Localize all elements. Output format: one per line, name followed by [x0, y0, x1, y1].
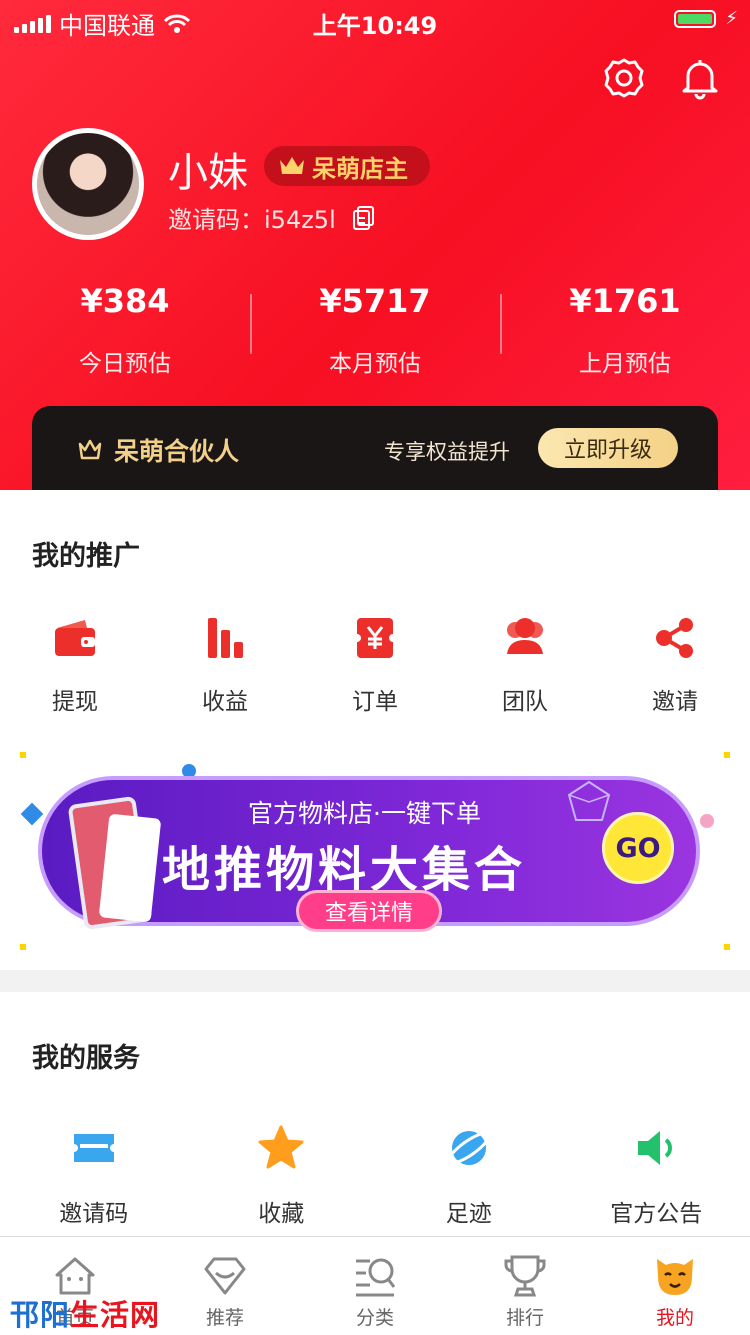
- team-icon: [507, 618, 543, 654]
- stat-this-month[interactable]: ¥5717 本月预估: [250, 282, 500, 378]
- invite-code-label: 邀请码：: [168, 206, 264, 234]
- banner-corner-mark: [20, 944, 26, 950]
- user-name: 小妹: [168, 150, 248, 196]
- category-search-icon: [356, 1258, 396, 1297]
- partner-subtitle: 专享权益提升: [384, 440, 510, 464]
- service-item-label: 收藏: [258, 1201, 305, 1227]
- site-watermark: 邗阳生活网: [10, 1292, 160, 1334]
- tab-label: 推荐: [205, 1307, 244, 1329]
- section-title: 我的推广: [32, 541, 140, 572]
- decor-dot: [700, 814, 714, 828]
- tab-ranking[interactable]: 排行: [450, 1237, 600, 1335]
- banner-corner-mark: [20, 752, 26, 758]
- stat-last-month[interactable]: ¥1761 上月预估: [500, 282, 750, 378]
- crystal-icon: [567, 780, 611, 821]
- promo-item-label: 订单: [352, 689, 398, 715]
- promo-item-earnings[interactable]: 收益: [150, 614, 300, 716]
- services-grid: 邀请码 收藏 足迹 官方公告: [0, 1124, 750, 1228]
- diamond-icon: [204, 1257, 246, 1295]
- promo-item-label: 团队: [502, 689, 548, 715]
- banner-corner-mark: [724, 752, 730, 758]
- promo-item-team[interactable]: 团队: [450, 614, 600, 716]
- tab-label: 分类: [355, 1307, 394, 1329]
- banner-go-button[interactable]: GO: [602, 812, 674, 884]
- watermark-part1: 邗阳: [10, 1298, 71, 1332]
- trophy-icon: [504, 1255, 546, 1297]
- partner-title: 呆萌合伙人: [76, 432, 239, 468]
- earnings-stats: ¥384 今日预估 ¥5717 本月预估 ¥1761 上月预估: [0, 282, 750, 378]
- tab-mine[interactable]: 我的: [600, 1237, 750, 1335]
- copy-icon[interactable]: [352, 205, 376, 231]
- status-time: 上午10:49: [312, 12, 438, 40]
- tab-label: 我的: [655, 1307, 694, 1329]
- stat-value: ¥1761: [569, 282, 681, 320]
- section-title: 我的服务: [32, 1043, 140, 1074]
- service-item-favorites[interactable]: 收藏: [196, 1124, 366, 1228]
- service-item-footprints[interactable]: 足迹: [384, 1124, 554, 1228]
- tab-category[interactable]: 分类: [300, 1237, 450, 1335]
- banner-subtitle: 官方物料店·一键下单: [248, 799, 481, 828]
- status-bar: 中国联通 上午10:49 ⚡: [0, 0, 750, 40]
- decor-gem: [20, 802, 44, 826]
- stat-value: ¥384: [80, 282, 170, 320]
- order-icon: [353, 618, 397, 658]
- promotion-grid: 提现 收益 订单 团队 邀请: [0, 614, 750, 716]
- service-item-label: 邀请码: [59, 1201, 129, 1227]
- promo-item-invite[interactable]: 邀请: [600, 614, 750, 716]
- battery-icon: [674, 10, 716, 28]
- tab-recommend[interactable]: 推荐: [150, 1237, 300, 1335]
- promo-banner[interactable]: 官方物料店·一键下单 地推物料大集合 GO 查看详情: [20, 752, 730, 950]
- shop-owner-badge: 呆萌店主: [264, 146, 430, 186]
- service-item-label: 官方公告: [610, 1201, 703, 1227]
- stat-label: 上月预估: [579, 351, 671, 377]
- cat-face-icon: [657, 1259, 693, 1295]
- ticket-icon: [73, 1134, 114, 1162]
- star-icon: [258, 1125, 304, 1169]
- invite-code-value: i54z5l: [264, 206, 336, 234]
- planet-icon: [447, 1131, 491, 1165]
- phone-illustration: [98, 813, 162, 923]
- settings-gear-icon[interactable]: [602, 56, 646, 100]
- stat-label: 本月预估: [329, 351, 421, 377]
- promo-item-label: 提现: [52, 689, 98, 715]
- promo-item-label: 收益: [202, 689, 248, 715]
- watermark-part2: 生活网: [70, 1298, 161, 1332]
- promo-item-withdraw[interactable]: 提现: [0, 614, 150, 716]
- user-avatar[interactable]: [32, 128, 144, 240]
- banner-corner-mark: [724, 944, 730, 950]
- partner-upgrade-card: 呆萌合伙人 专享权益提升 立即升级: [32, 406, 718, 490]
- service-item-announcements[interactable]: 官方公告: [571, 1124, 741, 1228]
- bar-chart-icon: [208, 618, 243, 658]
- badge-label: 呆萌店主: [312, 154, 408, 183]
- stat-today[interactable]: ¥384 今日预估: [0, 282, 250, 378]
- share-icon: [656, 618, 693, 658]
- upgrade-button[interactable]: 立即升级: [538, 428, 678, 468]
- stat-value: ¥5717: [319, 282, 431, 320]
- crown-icon: [78, 439, 102, 460]
- services-section: 我的服务 邀请码 收藏 足迹 官方公告: [0, 992, 750, 1236]
- bell-icon[interactable]: [678, 56, 722, 100]
- partner-title-text: 呆萌合伙人: [114, 437, 240, 466]
- promo-item-orders[interactable]: 订单: [300, 614, 450, 716]
- charging-icon: ⚡: [725, 8, 738, 29]
- tab-label: 排行: [505, 1307, 544, 1329]
- stat-label: 今日预估: [79, 351, 171, 377]
- profile-header: 中国联通 上午10:49 ⚡ 小妹 呆萌店主 邀请码：i54z5l ¥384 今日…: [0, 0, 750, 490]
- invite-code-row: 邀请码：i54z5l: [168, 200, 376, 235]
- service-item-label: 足迹: [445, 1201, 492, 1227]
- promo-item-label: 邀请: [652, 689, 698, 715]
- view-details-button[interactable]: 查看详情: [296, 890, 442, 932]
- speaker-icon: [638, 1131, 673, 1165]
- crown-icon: [280, 157, 304, 174]
- promotion-section: 我的推广 提现 收益 订单 团队 邀请 官方物料店·一键下单 地推物料大集合 G…: [0, 490, 750, 970]
- service-item-invite-code[interactable]: 邀请码: [9, 1124, 179, 1228]
- wallet-icon: [55, 620, 95, 656]
